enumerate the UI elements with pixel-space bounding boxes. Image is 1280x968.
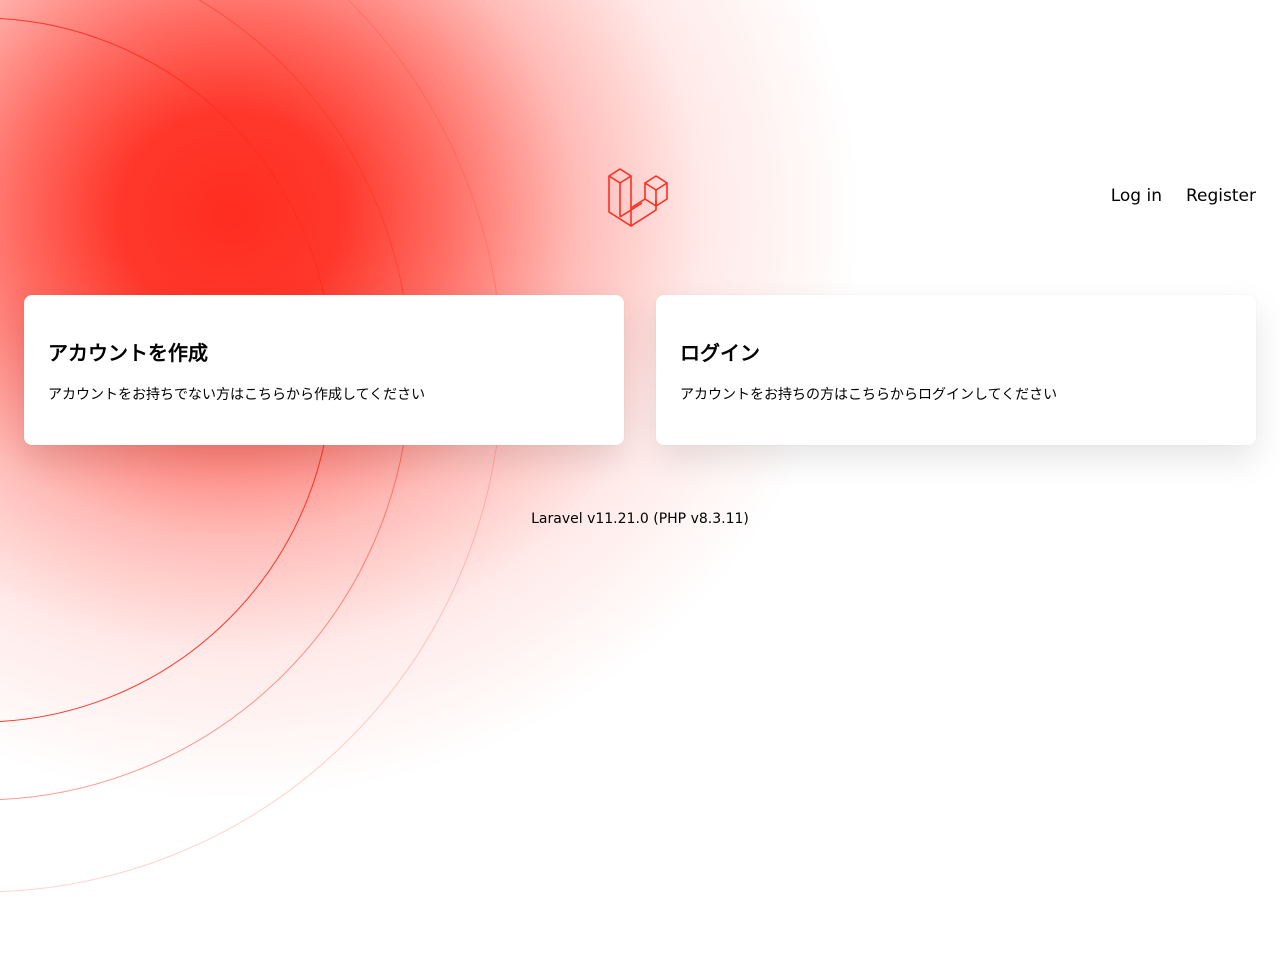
version-footer: Laravel v11.21.0 (PHP v8.3.11) (531, 511, 749, 527)
register-card-description: アカウントをお持ちでない方はこちらから作成してください (48, 387, 426, 403)
login-card-title: ログイン (680, 341, 760, 365)
laravel-logo-icon (608, 168, 668, 227)
login-card-description: アカウントをお持ちの方はこちらからログインしてください (680, 387, 1058, 403)
auth-nav: Log in Register (1111, 186, 1256, 206)
register-link[interactable]: Register (1186, 186, 1256, 206)
login-link[interactable]: Log in (1111, 186, 1162, 206)
login-card[interactable]: ログイン アカウントをお持ちの方はこちらからログインしてください (656, 295, 1256, 445)
welcome-page: Log in Register アカウントを作成 アカウントをお持ちでない方はこ… (0, 0, 1280, 968)
register-card[interactable]: アカウントを作成 アカウントをお持ちでない方はこちらから作成してください (24, 295, 624, 445)
header: Log in Register (0, 0, 1280, 270)
register-card-title: アカウントを作成 (48, 341, 208, 365)
